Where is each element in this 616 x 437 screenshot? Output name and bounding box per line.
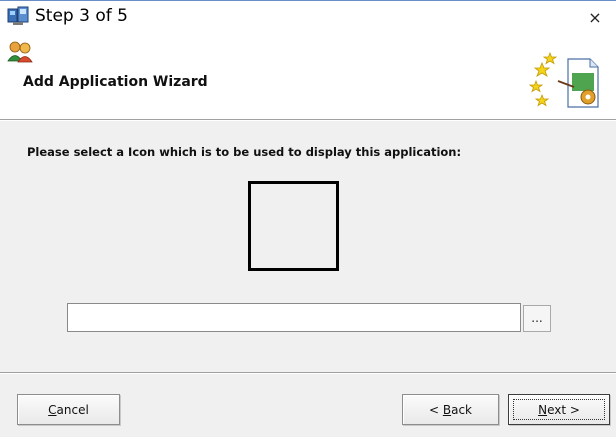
title-bar: Step 3 of 5 × — [0, 1, 616, 33]
back-mnemonic: B — [442, 402, 452, 417]
header-divider-highlight — [0, 120, 616, 121]
icon-preview-box — [248, 181, 339, 271]
users-icon — [7, 41, 33, 63]
cancel-button[interactable]: Cancel — [17, 394, 120, 425]
browse-button-label: ... — [531, 311, 543, 325]
back-button[interactable]: < Back — [402, 394, 499, 425]
wizard-window: Step 3 of 5 × Add Application Wizard Ple… — [0, 0, 616, 437]
next-label-rest: ext > — [547, 402, 580, 417]
wizard-icon — [528, 51, 599, 108]
wizard-header: Add Application Wizard — [0, 33, 616, 119]
next-button[interactable]: Next > — [508, 394, 610, 425]
close-icon: × — [588, 7, 602, 27]
window-title: Step 3 of 5 — [35, 6, 128, 26]
back-prefix: < — [428, 402, 443, 417]
icon-prompt-label: Please select a Icon which is to be used… — [27, 145, 462, 159]
app-window-icon — [7, 6, 29, 25]
footer-divider-highlight — [0, 373, 616, 374]
next-mnemonic: N — [538, 402, 548, 417]
icon-path-input[interactable] — [67, 303, 521, 332]
browse-button[interactable]: ... — [523, 305, 551, 332]
cancel-mnemonic: C — [48, 402, 57, 417]
back-label-rest: ack — [451, 402, 472, 417]
cancel-label-rest: ancel — [56, 402, 89, 417]
close-button[interactable]: × — [574, 1, 616, 33]
wizard-title: Add Application Wizard — [23, 74, 208, 90]
